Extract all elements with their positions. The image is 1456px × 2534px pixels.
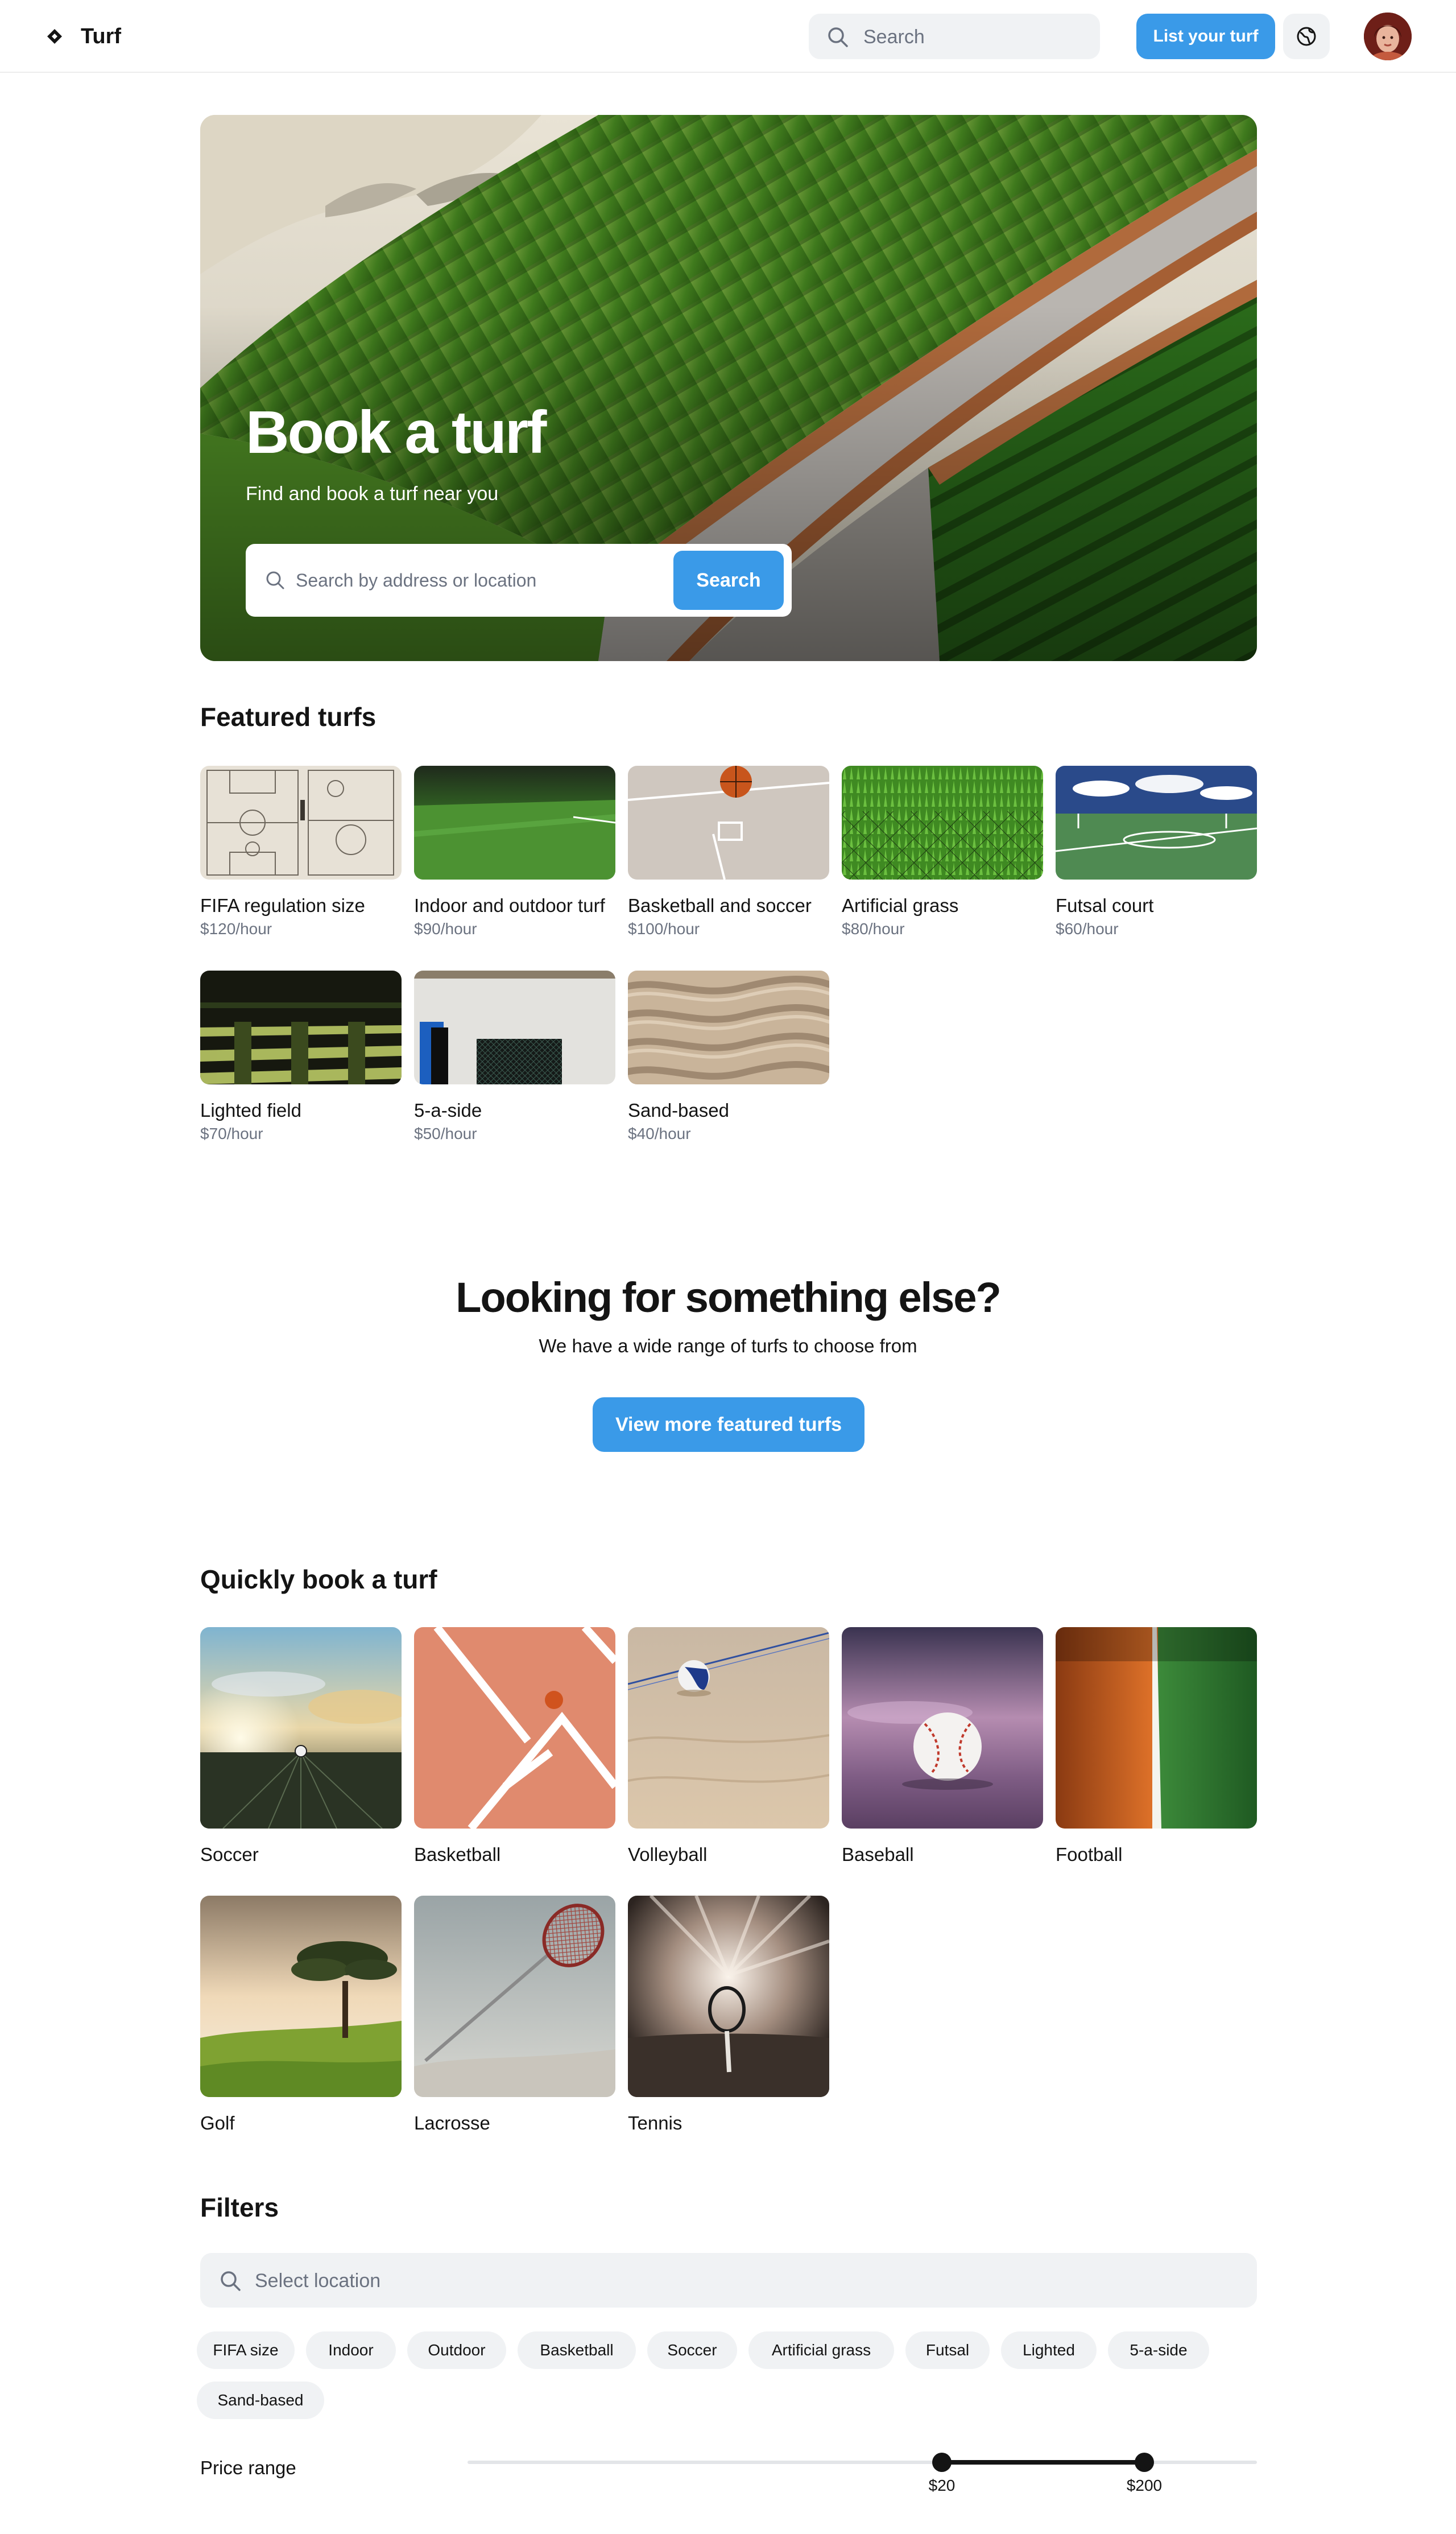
sport-name: Golf: [200, 2112, 235, 2133]
sport-name: Tennis: [628, 2112, 682, 2133]
sport-card-football[interactable]: Football: [1056, 1627, 1257, 1866]
language-button[interactable]: [1283, 14, 1330, 59]
featured-price: $100/hour: [628, 920, 700, 938]
featured-price: $90/hour: [414, 920, 477, 938]
featured-card-basketball-soccer[interactable]: Basketball and soccer $100/hour: [628, 766, 829, 939]
chip-5-a-side[interactable]: 5-a-side: [1108, 2331, 1209, 2369]
globe-icon: [1297, 27, 1316, 46]
price-range-fill: [942, 2460, 1144, 2465]
featured-card-artificial-grass[interactable]: Artificial grass $80/hour: [842, 766, 1043, 939]
featured-card-sand-based[interactable]: Sand-based $40/hour: [628, 971, 829, 1144]
filters-title: Filters: [200, 2193, 279, 2222]
sport-thumb: [414, 1896, 615, 2097]
featured-thumb: [628, 971, 829, 1084]
featured-name: Indoor and outdoor turf: [414, 895, 605, 916]
featured-price: $80/hour: [842, 920, 905, 938]
featured-price: $40/hour: [628, 1125, 691, 1142]
featured-card-5-a-side[interactable]: 5-a-side $50/hour: [414, 971, 615, 1144]
chip-outdoor[interactable]: Outdoor: [407, 2331, 506, 2369]
view-more-button[interactable]: View more featured turfs: [593, 1397, 864, 1452]
brand-name[interactable]: Turf: [81, 23, 121, 50]
sport-thumb: [200, 1896, 402, 2097]
hero-banner: Book a turf Find and book a turf near yo…: [200, 115, 1257, 661]
hero-search-button[interactable]: Search: [673, 551, 784, 610]
avatar[interactable]: [1364, 13, 1412, 60]
featured-name: 5-a-side: [414, 1100, 482, 1121]
featured-price: $50/hour: [414, 1125, 477, 1142]
hero-search-input[interactable]: Search by address or location: [296, 570, 536, 591]
price-range-label: Price range: [200, 2457, 296, 2478]
hero-title: Book a turf: [246, 399, 547, 466]
chip-soccer[interactable]: Soccer: [647, 2331, 737, 2369]
featured-name: Basketball and soccer: [628, 895, 812, 916]
sport-name: Basketball: [414, 1844, 501, 1865]
featured-section-title: Featured turfs: [200, 702, 377, 732]
sport-card-volleyball[interactable]: Volleyball: [628, 1627, 829, 1866]
price-max-value: $200: [1126, 2477, 1163, 2494]
header-search-placeholder: Search: [863, 26, 925, 48]
featured-thumb: [414, 766, 615, 880]
featured-name: FIFA regulation size: [200, 895, 365, 916]
header-search-input[interactable]: Search: [809, 14, 1100, 59]
search-icon: [828, 27, 848, 47]
sport-thumb: [1056, 1627, 1257, 1829]
diamond-logo-icon[interactable]: [47, 28, 63, 44]
chip-sand-based[interactable]: Sand-based: [197, 2382, 324, 2419]
hero-subtitle: Find and book a turf near you: [246, 483, 499, 505]
featured-thumb: [414, 971, 615, 1084]
sport-thumb: [842, 1627, 1043, 1829]
featured-name: Lighted field: [200, 1100, 301, 1121]
location-select[interactable]: Select location: [200, 2253, 1257, 2308]
sport-card-baseball[interactable]: Baseball: [842, 1627, 1043, 1866]
cta-title: Looking for something else?: [456, 1274, 1001, 1321]
price-min-handle[interactable]: [932, 2453, 952, 2472]
chip-futsal[interactable]: Futsal: [905, 2331, 990, 2369]
hero-search-bar: Search by address or location Search: [246, 544, 792, 617]
chip-basketball[interactable]: Basketball: [518, 2331, 636, 2369]
featured-price: $120/hour: [200, 920, 272, 938]
sport-card-golf[interactable]: Golf: [200, 1896, 402, 2135]
featured-thumb: [200, 766, 402, 880]
sport-name: Lacrosse: [414, 2112, 490, 2133]
search-icon: [221, 2271, 241, 2291]
chip-artificial-grass[interactable]: Artificial grass: [748, 2331, 894, 2369]
sport-thumb: [628, 1896, 829, 2097]
sport-card-tennis[interactable]: Tennis: [628, 1896, 829, 2135]
featured-thumb: [1056, 766, 1257, 880]
sport-card-basketball[interactable]: Basketball: [414, 1627, 615, 1866]
cta-subtitle: We have a wide range of turfs to choose …: [539, 1335, 917, 1356]
featured-card-indoor-outdoor[interactable]: Indoor and outdoor turf $90/hour: [414, 766, 615, 939]
featured-thumb: [628, 766, 829, 880]
featured-card-futsal[interactable]: Futsal court $60/hour: [1056, 766, 1257, 939]
chip-indoor[interactable]: Indoor: [306, 2331, 396, 2369]
sport-name: Football: [1056, 1844, 1123, 1865]
list-your-turf-button[interactable]: List your turf: [1136, 14, 1275, 59]
search-icon: [266, 571, 284, 589]
sport-thumb: [414, 1627, 615, 1829]
location-placeholder: Select location: [255, 2270, 381, 2292]
sport-card-soccer[interactable]: Soccer: [200, 1627, 402, 1866]
featured-thumb: [842, 766, 1043, 880]
featured-name: Artificial grass: [842, 895, 959, 916]
price-max-handle[interactable]: [1135, 2453, 1154, 2472]
featured-price: $60/hour: [1056, 920, 1119, 938]
featured-card-lighted-field[interactable]: Lighted field $70/hour: [200, 971, 402, 1144]
featured-card-fifa[interactable]: FIFA regulation size $120/hour: [200, 766, 402, 939]
chip-lighted[interactable]: Lighted: [1001, 2331, 1097, 2369]
sport-name: Volleyball: [628, 1844, 708, 1865]
price-min-value: $20: [928, 2477, 956, 2494]
featured-thumb: [200, 971, 402, 1084]
quick-book-title: Quickly book a turf: [200, 1565, 437, 1594]
sport-name: Baseball: [842, 1844, 914, 1865]
sport-card-lacrosse[interactable]: Lacrosse: [414, 1896, 615, 2135]
chip-fifa-size[interactable]: FIFA size: [197, 2331, 295, 2369]
featured-price: $70/hour: [200, 1125, 263, 1142]
featured-name: Sand-based: [628, 1100, 729, 1121]
sport-name: Soccer: [200, 1844, 259, 1865]
sport-thumb: [628, 1627, 829, 1829]
sport-thumb: [200, 1627, 402, 1829]
top-nav: Turf Search List your turf: [0, 0, 1456, 73]
featured-name: Futsal court: [1056, 895, 1154, 916]
